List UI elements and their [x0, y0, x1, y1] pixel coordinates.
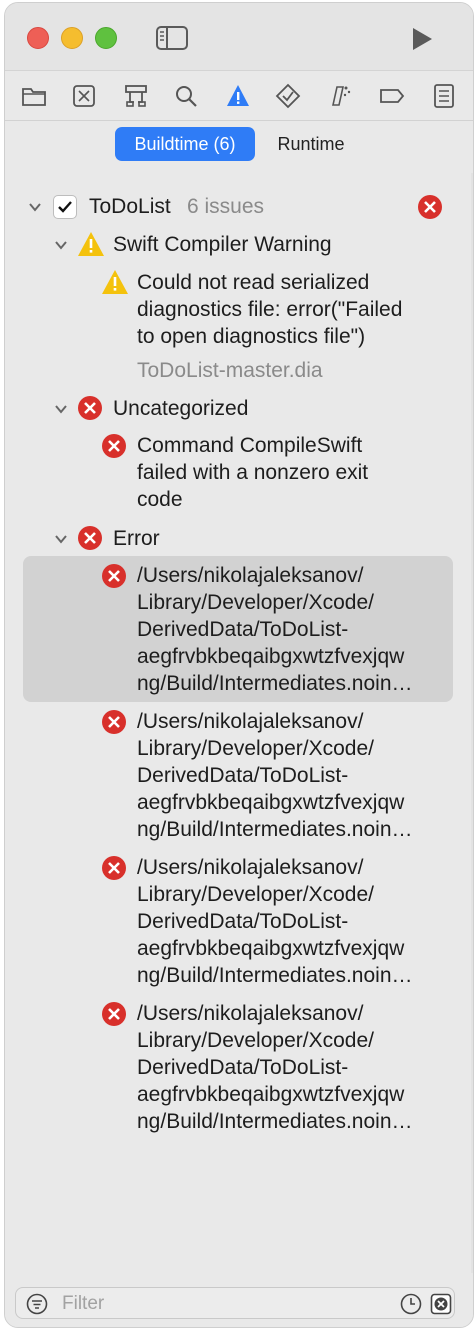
error-icon: [102, 564, 126, 588]
group-title: Uncategorized: [113, 397, 249, 420]
issue-path[interactable]: /Users/nikolajaleksanov/ Library/Develop…: [137, 708, 447, 843]
run-icon[interactable]: [407, 25, 435, 53]
issue-path[interactable]: /Users/nikolajaleksanov/ Library/Develop…: [137, 1000, 447, 1135]
filter-bar: Filter: [5, 1283, 473, 1327]
warning-icon: [78, 232, 104, 256]
issue-navigator-window: Buildtime (6) Runtime ToDoList 6 issues …: [4, 2, 474, 1328]
debug-icon[interactable]: [327, 83, 353, 109]
chevron-down-icon[interactable]: [53, 237, 69, 253]
group-title: Error: [113, 527, 160, 550]
symbol-icon[interactable]: [123, 83, 149, 109]
tab-buildtime[interactable]: Buildtime (6): [115, 127, 255, 161]
issue-icon[interactable]: [225, 83, 251, 109]
source-control-icon[interactable]: [71, 83, 97, 109]
search-icon[interactable]: [173, 83, 199, 109]
issue-message[interactable]: Could not read serialized diagnostics fi…: [137, 269, 457, 350]
error-icon: [418, 195, 442, 219]
error-icon: [102, 710, 126, 734]
report-icon[interactable]: [431, 83, 457, 109]
project-name: ToDoList: [89, 195, 171, 218]
minimize-button[interactable]: [61, 27, 83, 49]
error-filter-icon[interactable]: [430, 1293, 452, 1315]
issue-list: ToDoList 6 issues Swift Compiler Warning…: [5, 173, 473, 1273]
error-icon: [102, 434, 126, 458]
error-icon: [102, 856, 126, 880]
project-checkbox[interactable]: [53, 195, 77, 219]
folder-icon[interactable]: [21, 83, 47, 109]
issue-path[interactable]: /Users/nikolajaleksanov/ Library/Develop…: [137, 854, 447, 989]
navigator-selector-bar: [5, 71, 473, 121]
checkmark-icon: [58, 201, 72, 213]
group-title: Swift Compiler Warning: [113, 233, 332, 256]
error-icon: [78, 526, 102, 550]
warning-icon: [102, 270, 128, 294]
chevron-down-icon[interactable]: [27, 199, 43, 215]
filter-icon[interactable]: [26, 1293, 48, 1315]
project-issue-count: 6 issues: [187, 195, 265, 218]
error-icon: [78, 396, 102, 420]
tab-runtime[interactable]: Runtime: [261, 127, 361, 161]
issue-path[interactable]: /Users/nikolajaleksanov/ Library/Develop…: [137, 562, 447, 697]
issue-message[interactable]: Command CompileSwift failed with a nonze…: [137, 432, 457, 513]
error-icon: [102, 1002, 126, 1026]
close-button[interactable]: [27, 27, 49, 49]
sidebar-toggle-icon[interactable]: [155, 24, 189, 52]
filter-input[interactable]: Filter: [62, 1293, 104, 1315]
breakpoint-icon[interactable]: [379, 83, 405, 109]
title-bar: [5, 3, 473, 71]
zoom-button[interactable]: [95, 27, 117, 49]
filter-field[interactable]: Filter: [15, 1287, 455, 1319]
chevron-down-icon[interactable]: [53, 401, 69, 417]
test-icon[interactable]: [275, 83, 301, 109]
clock-icon[interactable]: [400, 1293, 422, 1315]
chevron-down-icon[interactable]: [53, 531, 69, 547]
issue-file[interactable]: ToDoList-master.dia: [137, 357, 323, 384]
